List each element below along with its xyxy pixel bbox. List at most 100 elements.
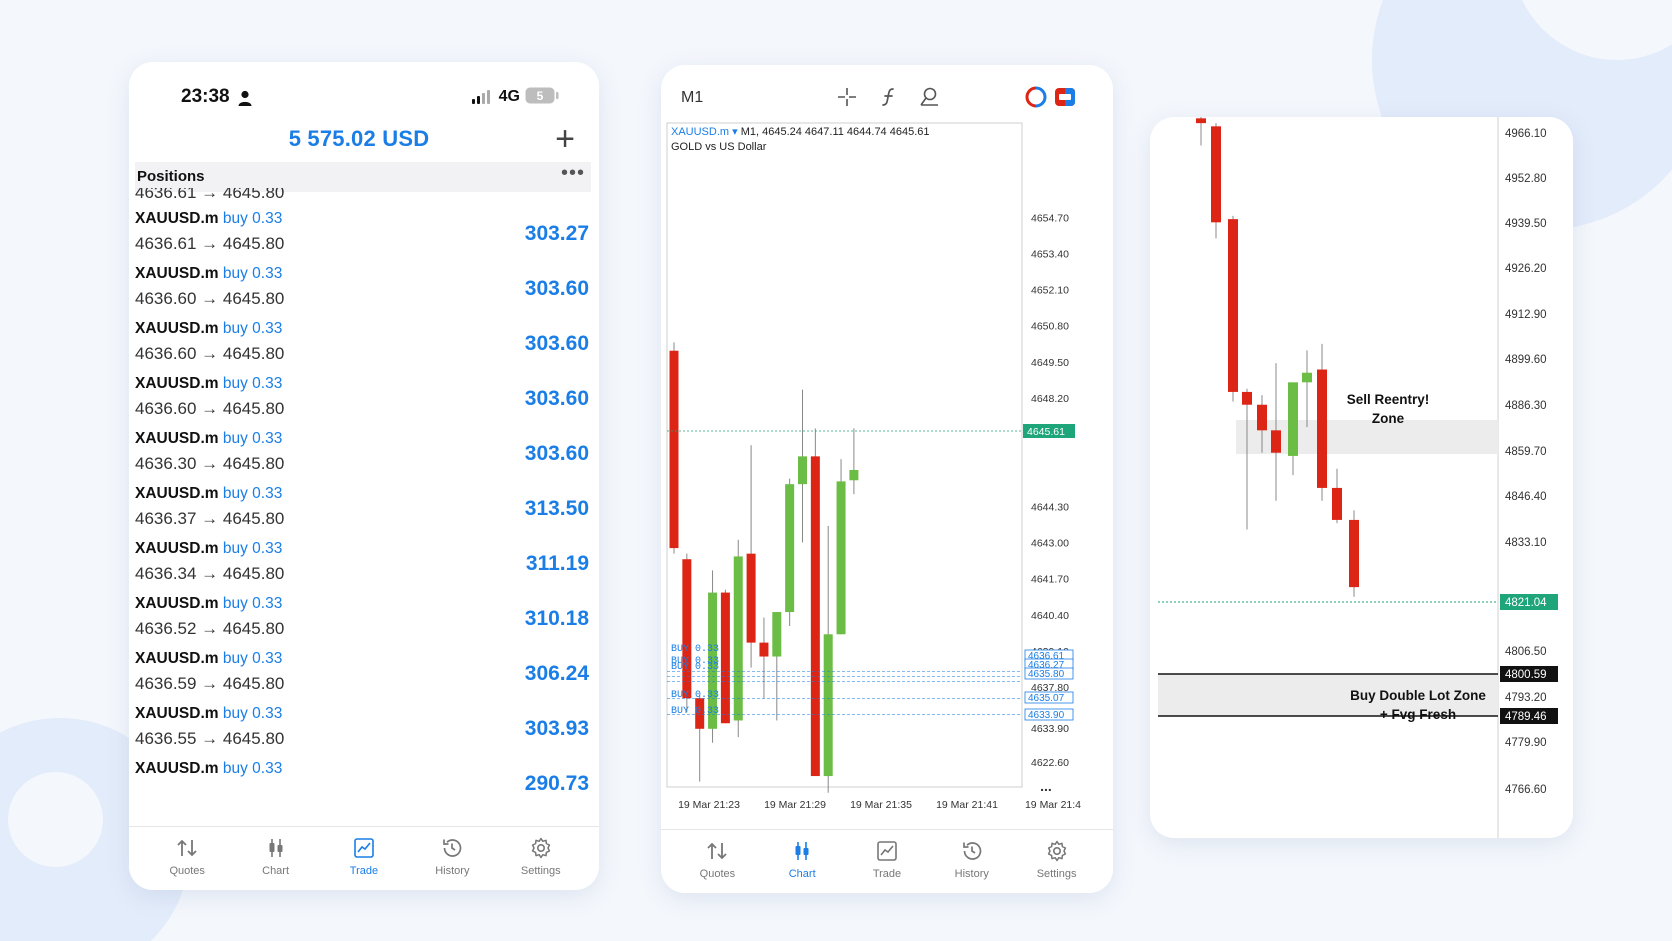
order-line-label: BUY 0.33	[671, 644, 719, 655]
position-row[interactable]: XAUUSD.m buy 0.33 4636.30 → 4645.80 303.60	[135, 430, 591, 486]
candle-body	[1257, 404, 1267, 431]
candle-body	[810, 456, 820, 777]
zone-label: Buy Double Lot Zone	[1350, 688, 1486, 703]
y-tick-label: 4643.00	[1031, 538, 1069, 550]
x-tick-label: 19 Mar 21:41	[936, 799, 998, 811]
tab-trade[interactable]: Trade	[329, 827, 399, 890]
position-side: buy 0.33	[222, 760, 283, 777]
symbol-name: XAUUSD.m	[135, 705, 219, 722]
tab-label: Trade	[872, 868, 902, 880]
position-profit: 311.19	[525, 552, 589, 575]
x-tick-label: 19 Mar 21:4	[1025, 799, 1081, 811]
trade-icon	[354, 838, 374, 858]
chart-icon	[269, 839, 283, 857]
tab-chart[interactable]: Chart	[767, 830, 837, 893]
positions-list[interactable]: 4636.61 → 4645.80 XAUUSD.m buy 0.33 4636.…	[129, 188, 599, 824]
candle-body	[836, 481, 846, 635]
y-tick-label: 4846.40	[1505, 491, 1547, 503]
order-price-label: 4635.80	[1028, 669, 1065, 680]
positions-title: Positions	[137, 168, 205, 185]
position-prices: 4636.60 → 4645.80	[135, 399, 285, 418]
position-profit: 303.93	[524, 717, 589, 740]
x-tick-label: 19 Mar 21:35	[850, 799, 912, 811]
candle-body	[1349, 519, 1359, 588]
tab-history[interactable]: History	[937, 830, 1007, 893]
chart-more-label[interactable]: ...	[1040, 778, 1052, 794]
position-profit: 303.60	[524, 277, 589, 300]
position-prices: 4636.60 → 4645.80	[135, 344, 285, 363]
quotes-icon	[177, 839, 197, 857]
position-row[interactable]: XAUUSD.m buy 0.33 4636.34 → 4645.80 311.19	[135, 540, 591, 596]
y-tick-label: 4633.90	[1031, 723, 1069, 735]
position-symbol: XAUUSD.m buy 0.33	[135, 320, 282, 338]
tab-quotes[interactable]: Quotes	[682, 830, 752, 893]
position-prices: 4636.61 → 4645.80	[135, 234, 285, 253]
y-tick-label: 4654.70	[1031, 212, 1069, 224]
positions-screen: 23:38 4G 5 5 575.02 USD + Positions ••• …	[129, 62, 599, 890]
position-row[interactable]: XAUUSD.m buy 0.33 4636.52 → 4645.80 310.18	[135, 595, 591, 651]
symbol-name: XAUUSD.m	[135, 375, 219, 392]
signal-icon	[472, 90, 490, 104]
position-row[interactable]: XAUUSD.m buy 0.33 4636.59 → 4645.80 306.24	[135, 650, 591, 706]
zone-level-label: 4800.59	[1505, 669, 1547, 681]
candle-body	[823, 634, 833, 777]
position-side: buy 0.33	[222, 210, 283, 227]
zone-label: Sell Reentry!	[1347, 392, 1430, 407]
tab-history[interactable]: History	[417, 827, 487, 890]
position-symbol: XAUUSD.m buy 0.33	[135, 705, 282, 723]
position-row[interactable]: XAUUSD.m buy 0.33 4636.60 → 4645.80 303.60	[135, 320, 591, 376]
position-symbol: XAUUSD.m buy 0.33	[135, 650, 282, 668]
candle-body	[720, 592, 730, 724]
order-line-label: BUY 0.33	[671, 690, 719, 701]
settings-icon	[531, 837, 550, 859]
y-tick-label: 4939.50	[1505, 218, 1547, 230]
position-row[interactable]: XAUUSD.m buy 0.33 4636.61 → 4645.80 303.27	[135, 210, 591, 266]
y-tick-label: 4652.10	[1031, 285, 1069, 297]
candle-body	[1332, 487, 1342, 520]
symbol-name[interactable]: XAUUSD.m	[671, 126, 729, 138]
position-row[interactable]: XAUUSD.m buy 0.33 290.73	[135, 760, 591, 816]
y-tick-label: 4648.20	[1031, 393, 1069, 405]
x-tick-label: 19 Mar 21:29	[764, 799, 826, 811]
position-prices: 4636.60 → 4645.80	[135, 289, 285, 308]
position-symbol: XAUUSD.m buy 0.33	[135, 375, 282, 393]
tab-label: History	[435, 865, 470, 877]
battery-icon: 5	[525, 87, 559, 104]
trade-icon	[877, 841, 897, 861]
candle-body	[1211, 126, 1221, 223]
y-tick-label: 4640.40	[1031, 610, 1069, 622]
position-side: buy 0.33	[222, 320, 283, 337]
tab-chart[interactable]: Chart	[241, 827, 311, 890]
background-circle	[8, 772, 103, 867]
tab-quotes[interactable]: Quotes	[152, 827, 222, 890]
tab-settings[interactable]: Settings	[506, 827, 576, 890]
position-row[interactable]: XAUUSD.m buy 0.33 4636.60 → 4645.80 303.60	[135, 265, 591, 321]
position-profit: 303.60	[524, 442, 589, 465]
annotated-price-chart[interactable]: Sell Reentry! Zone Buy Double Lot Zone + Fv…	[1150, 117, 1573, 838]
tab-trade[interactable]: Trade	[852, 830, 922, 893]
position-prices: 4636.30 → 4645.80	[135, 454, 285, 473]
add-order-button[interactable]: +	[555, 122, 575, 156]
y-tick-label: 4806.50	[1505, 646, 1547, 658]
position-row[interactable]: XAUUSD.m buy 0.33 4636.55 → 4645.80 303.93	[135, 705, 591, 761]
y-tick-label: 4653.40	[1031, 248, 1069, 260]
plot-frame	[666, 122, 1023, 788]
tab-label: Chart	[262, 865, 290, 877]
account-balance: 5 575.02 USD	[288, 126, 430, 151]
position-symbol: XAUUSD.m buy 0.33	[135, 540, 282, 558]
order-price-label: 4635.07	[1028, 693, 1065, 704]
position-row[interactable]: XAUUSD.m buy 0.33 4636.37 → 4645.80 313.50	[135, 485, 591, 541]
position-side: buy 0.33	[222, 540, 283, 557]
position-prices: 4636.34 → 4645.80	[135, 564, 285, 583]
chart-screen: M1 4654.70 4653.40 4652.10 4650.80 4649.50 46…	[661, 65, 1113, 893]
position-side: buy 0.33	[222, 430, 283, 447]
current-price-label: 4645.61	[1027, 426, 1065, 438]
position-row[interactable]: XAUUSD.m buy 0.33 4636.60 → 4645.80 303.60	[135, 375, 591, 431]
y-tick-label: 4952.80	[1505, 173, 1547, 185]
tab-settings[interactable]: Settings	[1022, 830, 1092, 893]
position-side: buy 0.33	[222, 265, 283, 282]
symbol-name: XAUUSD.m	[135, 485, 219, 502]
more-options-button[interactable]: •••	[561, 162, 585, 185]
y-tick-label: 4793.20	[1505, 692, 1547, 704]
price-chart[interactable]: 4654.70 4653.40 4652.10 4650.80 4649.50 4648.…	[661, 65, 1113, 825]
